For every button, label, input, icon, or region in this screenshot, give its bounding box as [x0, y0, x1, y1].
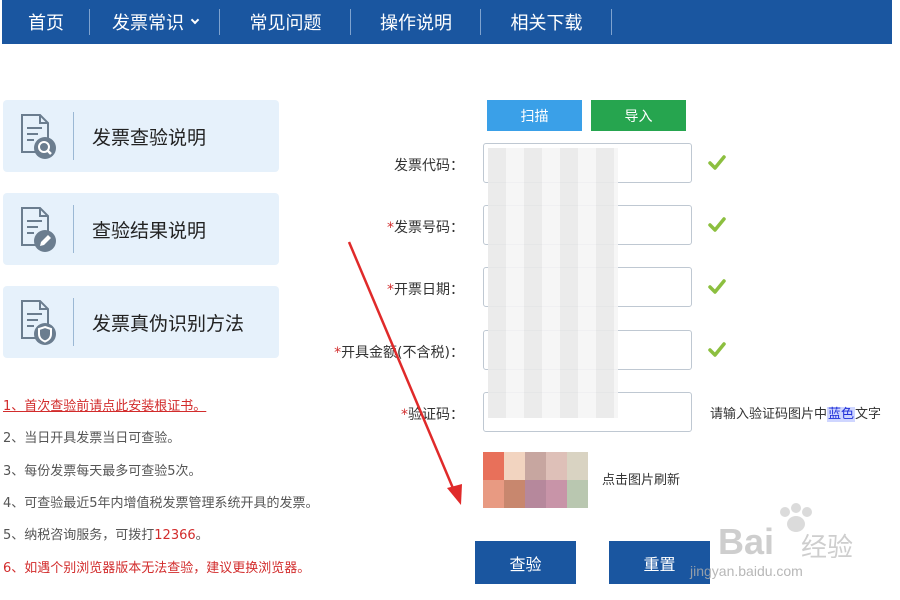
check-icon: [708, 217, 726, 232]
document-edit-icon: [3, 193, 73, 265]
scan-button[interactable]: 扫描: [487, 100, 582, 131]
nav-invoice-knowledge[interactable]: 发票常识: [90, 0, 220, 44]
watermark-brand: Bai: [718, 521, 775, 562]
captcha-hint-prefix: 请输入验证码图片中: [710, 407, 828, 422]
note-hotline-suffix: 。: [195, 528, 209, 543]
document-search-icon: [3, 100, 73, 172]
note-five-times: 3、每份发票每天最多可查验5次。: [3, 464, 202, 479]
required-mark: *: [334, 345, 342, 361]
captcha-hint-suffix: 文字: [855, 407, 882, 422]
watermark-url: jingyan.baidu.com: [690, 563, 803, 579]
invoice-number-label-text: 发票号码：: [394, 220, 464, 236]
note-same-day: 2、当日开具发票当日可查验。: [3, 431, 181, 446]
nav-home[interactable]: 首页: [2, 0, 90, 44]
card-label: 发票查验说明: [92, 126, 207, 149]
nav-faq-label: 常见问题: [249, 13, 322, 34]
note-browser: 6、如遇个别浏览器版本无法查验，建议更换浏览器。: [3, 561, 311, 576]
required-mark: *: [387, 220, 394, 236]
invoice-date-label-text: 开票日期：: [394, 282, 464, 298]
nav-instructions-label: 操作说明: [380, 13, 452, 34]
document-shield-icon: [3, 286, 73, 358]
check-icon: [708, 279, 726, 294]
check-icon: [708, 155, 726, 170]
invoice-code-label: 发票代码：: [394, 155, 464, 175]
chevron-down-icon: [190, 15, 200, 25]
card-label: 查验结果说明: [92, 219, 207, 242]
captcha-image[interactable]: [483, 452, 588, 508]
note-five-years: 4、可查验最近5年内增值税发票管理系统开具的发票。: [3, 496, 319, 511]
nav-downloads-label: 相关下载: [510, 13, 583, 34]
nav-home-label: 首页: [28, 13, 64, 34]
nav-instructions[interactable]: 操作说明: [351, 0, 481, 44]
top-nav: 首页 发票常识 常见问题 操作说明 相关下载: [2, 0, 892, 44]
invoice-date-label: *开票日期：: [387, 279, 464, 299]
watermark-brand2: 经验: [801, 533, 854, 563]
amount-label-text: 开具金额(不含税)：: [341, 345, 464, 361]
card-authenticity-method[interactable]: 发票真伪识别方法: [3, 286, 279, 358]
captcha-hint-color: 蓝色: [827, 407, 856, 422]
card-divider: [73, 112, 74, 160]
note-install-certificate[interactable]: 1、首次查验前请点此安装根证书。: [3, 395, 206, 414]
note-hotline-prefix: 5、纳税咨询服务，可拨打: [3, 528, 155, 543]
note-hotline: 5、纳税咨询服务，可拨打12366。: [3, 524, 209, 543]
card-check-result-guide[interactable]: 查验结果说明: [3, 193, 279, 265]
amount-label: *开具金额(不含税)：: [334, 342, 464, 362]
import-button[interactable]: 导入: [591, 100, 686, 131]
card-divider: [73, 205, 74, 253]
card-label: 发票真伪识别方法: [92, 312, 245, 335]
nav-downloads[interactable]: 相关下载: [481, 0, 612, 44]
captcha-hint: 请输入验证码图片中蓝色文字: [710, 403, 881, 422]
nav-invoice-knowledge-label: 发票常识: [112, 13, 184, 34]
hotline-number: 12366: [154, 528, 196, 543]
pixelated-redaction: [488, 148, 618, 418]
query-button[interactable]: 查验: [475, 541, 576, 584]
nav-faq[interactable]: 常见问题: [220, 0, 351, 44]
invoice-number-label: *发票号码：: [387, 217, 464, 237]
check-icon: [708, 342, 726, 357]
required-mark: *: [387, 282, 394, 298]
captcha-label-text: 验证码：: [408, 407, 464, 423]
required-mark: *: [401, 407, 408, 423]
page: 首页 发票常识 常见问题 操作说明 相关下载 发票查验说明 查验结果说明 发票真…: [0, 0, 900, 600]
nav-separator: [611, 9, 612, 35]
invoice-code-label-text: 发票代码：: [394, 158, 464, 174]
card-invoice-check-guide[interactable]: 发票查验说明: [3, 100, 279, 172]
card-divider: [73, 298, 74, 346]
refresh-captcha-link[interactable]: 点击图片刷新: [602, 469, 680, 488]
captcha-label: *验证码：: [401, 404, 464, 424]
